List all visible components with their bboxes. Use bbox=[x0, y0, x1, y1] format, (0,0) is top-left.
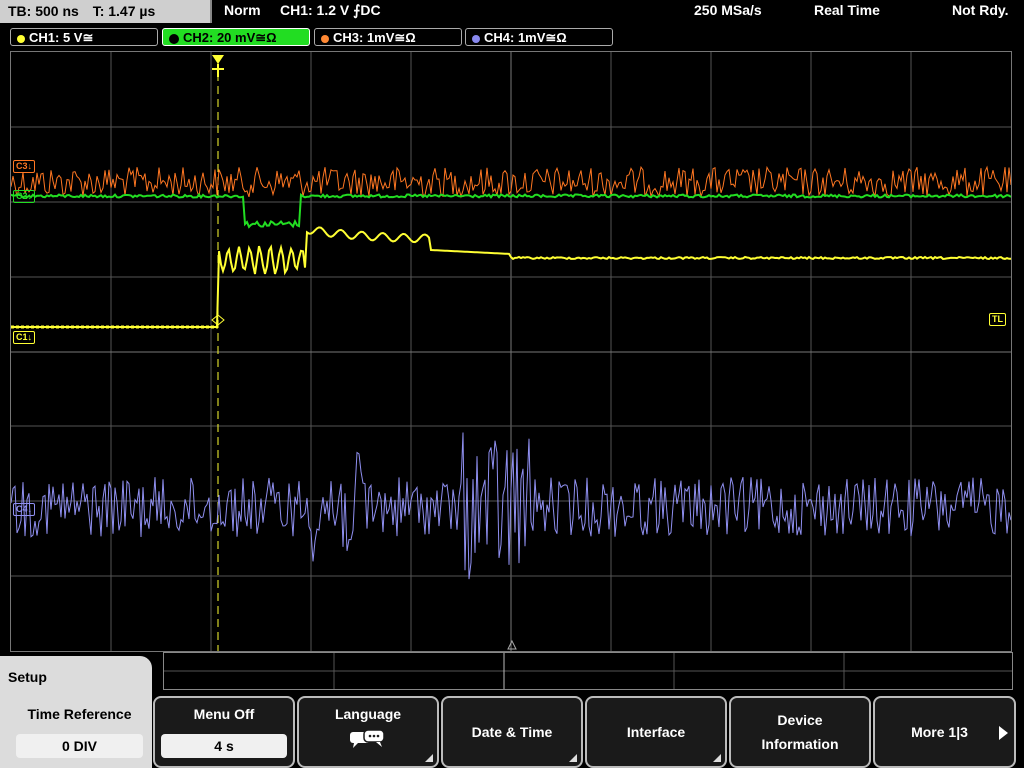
trigger-info[interactable]: CH1: 1.2 V ⨍DC bbox=[280, 2, 381, 19]
ch2-offset-marker[interactable]: C2↓ bbox=[13, 190, 36, 203]
graticule bbox=[11, 52, 1011, 651]
trigger-t-icon bbox=[212, 55, 224, 77]
channel-chip-ch3[interactable]: CH3: 1mV≅Ω bbox=[314, 28, 462, 46]
ch1-offset-marker[interactable]: C1↓ bbox=[13, 331, 36, 344]
device-information-softkey[interactable]: Device Information bbox=[729, 696, 871, 768]
more-softkey[interactable]: More 1|3 bbox=[873, 696, 1016, 768]
menu-off-softkey[interactable]: Menu Off 4 s bbox=[153, 696, 295, 768]
time-reference-icon bbox=[507, 639, 517, 650]
speech-bubbles-icon bbox=[348, 728, 388, 753]
trigger-status: Not Rdy. bbox=[952, 2, 1009, 18]
sample-rate: 250 MSa/s bbox=[694, 2, 762, 18]
channel-chip-ch2[interactable]: CH2: 20 mV≅Ω bbox=[162, 28, 310, 46]
ch3-offset-marker[interactable]: C3↓ bbox=[13, 160, 36, 173]
ch1-dot-icon bbox=[17, 34, 25, 43]
ch3-label: CH3: 1mV≅Ω bbox=[333, 30, 416, 45]
softkey-label: Language bbox=[334, 706, 402, 722]
ch1-label: CH1: 5 V≅ bbox=[29, 30, 94, 45]
acquisition-type: Real Time bbox=[814, 2, 880, 18]
status-bar: TB: 500 ns T: 1.47 µs Norm CH1: 1.2 V ⨍D… bbox=[0, 0, 1024, 26]
arrow-right-icon bbox=[999, 726, 1008, 740]
time-ruler bbox=[163, 652, 1013, 690]
interface-softkey[interactable]: Interface bbox=[585, 696, 727, 768]
ch4-label: CH4: 1mV≅Ω bbox=[484, 30, 567, 45]
timebase-value: TB: 500 ns bbox=[8, 3, 79, 19]
time-reference-value: 0 DIV bbox=[16, 734, 143, 758]
menu-title: Setup bbox=[8, 669, 47, 685]
ch3-dot-icon bbox=[321, 34, 329, 43]
menu-off-value: 4 s bbox=[161, 734, 287, 758]
ch2-label: CH2: 20 mV≅Ω bbox=[183, 30, 277, 45]
date-time-softkey[interactable]: Date & Time bbox=[441, 696, 583, 768]
softkey-label: Device Information bbox=[761, 712, 839, 752]
ch4-offset-marker[interactable]: C4↓ bbox=[13, 503, 36, 516]
submenu-indicator-icon bbox=[713, 754, 721, 762]
submenu-indicator-icon bbox=[569, 754, 577, 762]
time-reference-softkey[interactable]: Time Reference 0 DIV bbox=[8, 696, 151, 768]
trigger-time-value: T: 1.47 µs bbox=[92, 3, 156, 19]
softkey-label: Interface bbox=[626, 724, 686, 740]
softkey-label: Date & Time bbox=[471, 724, 553, 740]
channel-chip-ch1[interactable]: CH1: 5 V≅ bbox=[10, 28, 158, 46]
softkey-label: Menu Off bbox=[193, 706, 255, 722]
language-softkey[interactable]: Language bbox=[297, 696, 439, 768]
time-ruler-ticks bbox=[164, 653, 1012, 689]
timebase-box[interactable]: TB: 500 ns T: 1.47 µs bbox=[0, 0, 212, 23]
channel-chip-ch4[interactable]: CH4: 1mV≅Ω bbox=[465, 28, 613, 46]
trigger-level-marker[interactable]: TL bbox=[989, 313, 1006, 326]
waveform-display[interactable]: C3↓ C2↓ C1↓ C4↓ TL bbox=[10, 51, 1012, 652]
submenu-indicator-icon bbox=[425, 754, 433, 762]
softkey-label: Time Reference bbox=[27, 706, 132, 722]
ch2-dot-icon bbox=[169, 33, 179, 44]
softkey-label: More 1|3 bbox=[911, 724, 968, 740]
waveform-canvas bbox=[11, 52, 1011, 651]
ch4-dot-icon bbox=[472, 34, 480, 43]
acquisition-mode[interactable]: Norm bbox=[224, 2, 261, 18]
